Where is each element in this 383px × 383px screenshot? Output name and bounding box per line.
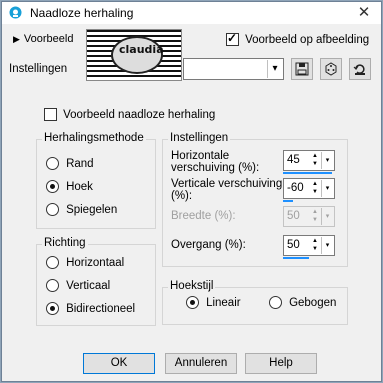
method-group-title: Herhalingsmethode (42, 132, 146, 144)
preview-toggle[interactable]: ▶ Voorbeeld (13, 33, 83, 49)
direction-option-bidirectional[interactable]: Bidirectioneel (46, 302, 135, 315)
randomize-button[interactable] (320, 58, 342, 80)
direction-label-bidirectional: Bidirectioneel (66, 302, 136, 315)
window-title: Naadloze herhaling (30, 6, 134, 20)
vertical-offset-label-line2: (%): (171, 190, 193, 202)
corner-label-linear: Lineair (206, 296, 241, 309)
app-icon (9, 6, 22, 19)
corner-label-curved: Gebogen (289, 296, 337, 309)
direction-label-vertical: Verticaal (66, 279, 111, 292)
method-option-hoek[interactable]: Hoek (46, 180, 93, 193)
settings-label: Instellingen (9, 63, 68, 75)
direction-group-title: Richting (42, 237, 88, 249)
corner-option-curved[interactable]: Gebogen (269, 296, 336, 309)
close-icon: ✕ (357, 4, 371, 21)
cancel-button[interactable]: Annuleren (165, 353, 237, 374)
reset-button[interactable] (349, 58, 371, 80)
vertical-offset-value: -60 (287, 182, 304, 194)
dice-icon (325, 62, 337, 76)
radio-rand[interactable] (46, 157, 59, 170)
horizontal-offset-label: Horizontale verschuiving (%): (171, 150, 259, 174)
spin-dropdown-icon[interactable]: ▾ (321, 237, 333, 254)
method-label-spiegelen: Spiegelen (66, 203, 118, 216)
direction-option-vertical[interactable]: Verticaal (46, 279, 110, 292)
title-bar[interactable]: Naadloze herhaling ✕ (2, 2, 381, 24)
seamless-preview-checkbox[interactable] (44, 108, 57, 121)
spin-dropdown-icon[interactable]: ▾ (321, 152, 333, 169)
width-value: 50 (287, 210, 300, 222)
spin-arrows-icon[interactable]: ▲ ▼ (309, 152, 321, 169)
spin-arrows-icon: ▲ ▼ (312, 209, 318, 223)
close-button[interactable]: ✕ (353, 4, 375, 22)
horizontal-offset-label-line2: verschuiving (%): (171, 162, 260, 174)
seamless-preview-label: Voorbeeld naadloze herhaling (63, 108, 216, 121)
preview-on-image[interactable]: Voorbeeld op afbeelding (226, 31, 370, 46)
radio-hoek[interactable] (46, 180, 59, 193)
radio-verticaal[interactable] (46, 279, 59, 292)
vertical-offset-spinner[interactable]: -60 ▲ ▼ ▾ (283, 178, 335, 202)
vertical-offset-label-line1: Verticale verschuiving (171, 178, 283, 190)
dialog-window: Naadloze herhaling ✕ ▶ Voorbeeld claudia … (1, 1, 382, 382)
vertical-offset-level-bar (283, 200, 293, 202)
spin-dropdown-icon: ▾ (321, 208, 333, 225)
method-label-rand: Rand (66, 157, 94, 170)
radio-gebogen[interactable] (269, 296, 282, 309)
transition-spinner[interactable]: 50 ▲ ▼ ▾ (283, 235, 335, 259)
width-spinner: 50 ▲ ▼ ▾ (283, 206, 335, 227)
method-label-hoek: Hoek (66, 180, 93, 193)
dropdown-chevron-icon: ▾ (267, 60, 282, 78)
preview-on-image-label: Voorbeeld op afbeelding (245, 33, 370, 46)
horizontal-offset-level-bar (283, 172, 332, 174)
horizontal-offset-value: 45 (287, 154, 300, 166)
width-label: Breedte (%): (171, 210, 236, 222)
transition-value: 50 (287, 239, 300, 251)
transition-level-bar (283, 257, 309, 259)
save-preset-button[interactable] (291, 58, 313, 80)
corner-style-group-title: Hoekstijl (168, 280, 216, 292)
settings-group-title: Instellingen (168, 132, 231, 144)
floppy-disk-icon (295, 62, 309, 76)
seamless-preview-option[interactable]: Voorbeeld naadloze herhaling (44, 108, 215, 121)
horizontal-offset-spinner[interactable]: 45 ▲ ▼ ▾ (283, 150, 335, 174)
thumbnail-caption: claudia (119, 43, 164, 56)
direction-option-horizontal[interactable]: Horizontaal (46, 256, 124, 269)
vertical-offset-label: Verticale verschuiving (%): (171, 178, 282, 202)
radio-spiegelen[interactable] (46, 203, 59, 216)
preview-on-image-checkbox[interactable] (226, 31, 239, 46)
preview-thumbnail: claudia (86, 29, 182, 81)
settings-preset-select[interactable]: ▾ (183, 58, 284, 80)
corner-option-linear[interactable]: Lineair (186, 296, 241, 309)
preview-label: Voorbeeld (23, 33, 74, 45)
horizontal-offset-label-line1: Horizontale (171, 150, 230, 162)
radio-lineair[interactable] (186, 296, 199, 309)
radio-bidirectioneel[interactable] (46, 302, 59, 315)
spin-dropdown-icon[interactable]: ▾ (321, 180, 333, 197)
help-button[interactable]: Help (245, 353, 317, 374)
reset-icon (353, 64, 365, 75)
ok-button[interactable]: OK (83, 353, 155, 374)
transition-label: Overgang (%): (171, 239, 246, 251)
radio-horizontaal[interactable] (46, 256, 59, 269)
spin-arrows-icon[interactable]: ▲ ▼ (309, 180, 321, 197)
method-option-rand[interactable]: Rand (46, 157, 94, 170)
expand-triangle-icon: ▶ (13, 34, 20, 44)
direction-label-horizontal: Horizontaal (66, 256, 125, 269)
spin-arrows-icon[interactable]: ▲ ▼ (309, 237, 321, 254)
method-option-spiegelen[interactable]: Spiegelen (46, 203, 117, 216)
